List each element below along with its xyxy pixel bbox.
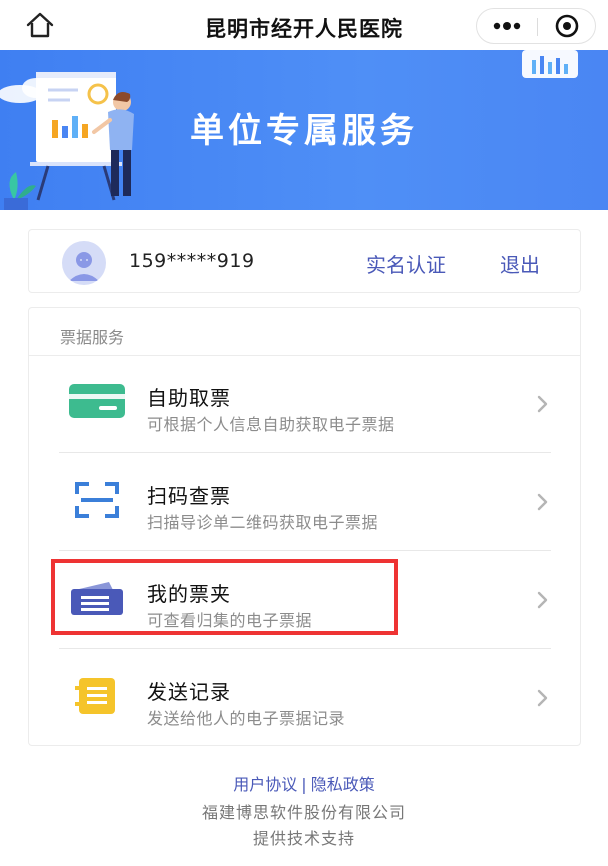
record-list-icon <box>69 678 125 714</box>
user-info-card: 159*****919 实名认证 退出 <box>28 229 581 293</box>
scan-icon <box>69 482 125 518</box>
footer-separator: | <box>301 775 307 794</box>
item-divider <box>59 550 551 551</box>
item-divider <box>59 452 551 453</box>
user-phone: 159*****919 <box>129 250 255 272</box>
highlight-annotation <box>51 559 398 635</box>
ticket-card-icon <box>69 384 125 420</box>
chevron-right-icon <box>537 492 549 512</box>
section-label: 票据服务 <box>60 328 125 347</box>
more-dots-icon[interactable] <box>477 9 537 43</box>
tech-support-text: 提供技术支持 <box>252 829 355 848</box>
item-divider <box>59 648 551 649</box>
company-name: 福建博思软件股份有限公司 <box>201 803 406 822</box>
privacy-policy-link[interactable]: 隐私政策 <box>311 775 375 794</box>
footer-links: 用户协议 | 隐私政策 <box>0 771 608 795</box>
service-description: 可根据个人信息自助获取电子票据 <box>147 415 395 434</box>
chevron-right-icon <box>537 688 549 708</box>
ticket-service-card: 票据服务 自助取票 可根据个人信息自助获取电子票据 扫码查票 扫描导诊单二维码获… <box>28 307 581 746</box>
banner-title: 单位专属服务 <box>190 111 418 151</box>
service-item-self-pickup[interactable]: 自助取票 可根据个人信息自助获取电子票据 <box>59 356 551 453</box>
service-description: 扫描导诊单二维码获取电子票据 <box>147 513 379 532</box>
service-title: 扫码查票 <box>147 484 231 508</box>
mini-program-capsule <box>476 8 596 44</box>
service-banner: 单位专属服务 <box>0 50 608 210</box>
service-title: 自助取票 <box>147 386 231 410</box>
chevron-right-icon <box>537 590 549 610</box>
service-item-scan-query[interactable]: 扫码查票 扫描导诊单二维码获取电子票据 <box>59 454 551 551</box>
logout-link[interactable]: 退出 <box>500 249 540 278</box>
service-title: 发送记录 <box>147 680 231 704</box>
user-agreement-link[interactable]: 用户协议 <box>233 775 297 794</box>
real-name-verify-link[interactable]: 实名认证 <box>366 249 446 278</box>
service-item-send-records[interactable]: 发送记录 发送给他人的电子票据记录 <box>59 650 551 747</box>
top-nav-bar: 昆明市经开人民医院 <box>0 0 608 50</box>
avatar <box>62 241 106 285</box>
service-description: 发送给他人的电子票据记录 <box>147 709 346 728</box>
close-circle-icon[interactable] <box>538 9 596 43</box>
chevron-right-icon <box>537 394 549 414</box>
